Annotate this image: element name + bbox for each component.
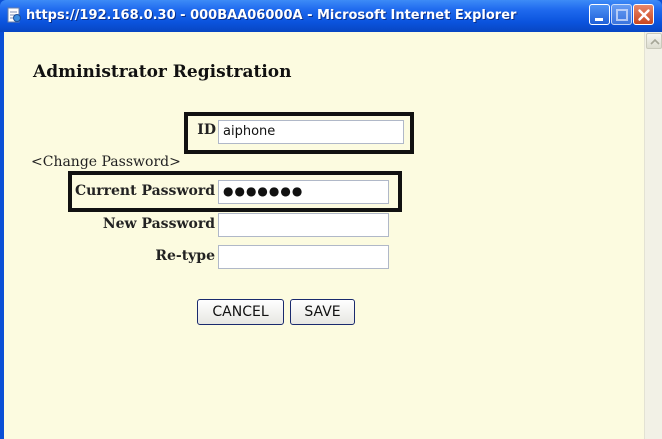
id-label: ID xyxy=(197,122,216,138)
maximize-button[interactable] xyxy=(611,4,632,25)
page-content: Administrator Registration ID aiphone <C… xyxy=(4,32,644,439)
window-title: https://192.168.0.30 - 000BAA06000A - Mi… xyxy=(26,8,517,23)
close-icon xyxy=(638,9,650,21)
new-password-field[interactable] xyxy=(218,213,389,237)
page-title: Administrator Registration xyxy=(33,62,292,82)
new-password-label: New Password xyxy=(102,216,215,232)
id-field[interactable]: aiphone xyxy=(218,120,404,144)
vertical-scrollbar[interactable] xyxy=(644,32,662,439)
title-bar[interactable]: https://192.168.0.30 - 000BAA06000A - Mi… xyxy=(0,0,662,32)
retype-label: Re-type xyxy=(155,248,215,264)
retype-field[interactable] xyxy=(218,245,389,269)
change-password-label: <Change Password> xyxy=(31,154,181,170)
cancel-button[interactable]: CANCEL xyxy=(197,299,284,325)
current-password-field[interactable]: ●●●●●●● xyxy=(218,180,389,204)
scroll-up-button[interactable] xyxy=(646,33,662,49)
internet-explorer-page-icon xyxy=(6,7,22,23)
minimize-button[interactable] xyxy=(589,4,610,25)
close-button[interactable] xyxy=(633,4,654,25)
save-button[interactable]: SAVE xyxy=(290,299,355,325)
maximize-icon xyxy=(616,9,628,21)
browser-window: https://192.168.0.30 - 000BAA06000A - Mi… xyxy=(0,0,662,439)
minimize-icon xyxy=(595,18,603,21)
current-password-label: Current Password xyxy=(74,183,215,199)
chevron-up-icon xyxy=(650,38,660,45)
